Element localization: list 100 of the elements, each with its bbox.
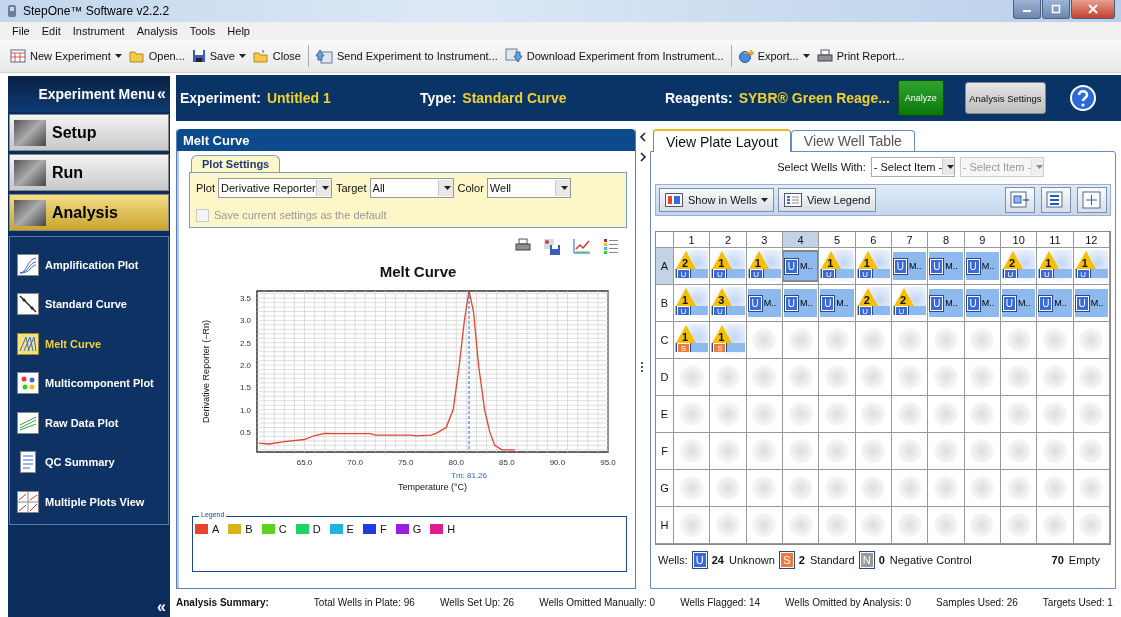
empty-well[interactable]	[1079, 328, 1104, 352]
empty-well[interactable]	[1006, 513, 1031, 537]
well[interactable]: U M..	[929, 252, 963, 280]
empty-well[interactable]	[788, 476, 813, 500]
menu-item[interactable]: Amplification Plot	[45, 258, 139, 271]
well[interactable]: 2 U	[675, 250, 709, 282]
dropdown[interactable]: Well	[486, 178, 571, 198]
empty-well[interactable]	[752, 328, 777, 352]
well[interactable]: 1 U	[1038, 250, 1072, 282]
menu-item[interactable]: Analysis	[130, 25, 184, 37]
section-button[interactable]: Run	[9, 154, 169, 191]
empty-well[interactable]	[825, 328, 849, 352]
empty-well[interactable]	[752, 365, 777, 389]
empty-well[interactable]	[679, 402, 704, 426]
row-header[interactable]: E	[656, 396, 674, 433]
row-header[interactable]: H	[656, 507, 674, 544]
empty-well[interactable]	[934, 439, 958, 463]
empty-well[interactable]	[1006, 365, 1031, 389]
well[interactable]: 1 U	[820, 250, 854, 282]
legend-list-icon[interactable]	[603, 238, 619, 256]
row-header[interactable]: G	[656, 470, 674, 507]
empty-well[interactable]	[861, 476, 886, 500]
empty-well[interactable]	[897, 439, 922, 463]
empty-well[interactable]	[1043, 365, 1067, 389]
maximize-button[interactable]	[1042, 0, 1070, 19]
well[interactable]: U M..	[1074, 289, 1108, 317]
empty-well[interactable]	[897, 328, 922, 352]
well[interactable]: U M..	[784, 289, 818, 317]
column-header[interactable]: 11	[1037, 232, 1074, 248]
empty-well[interactable]	[788, 402, 813, 426]
well[interactable]: 2 U	[1002, 250, 1036, 282]
well[interactable]: 2 U	[893, 287, 927, 319]
well[interactable]: U M..	[893, 252, 927, 280]
toolbar-button[interactable]: Print Report...	[836, 50, 905, 62]
empty-well[interactable]	[897, 365, 922, 389]
analysis-settings-button[interactable]: Analysis Settings	[964, 82, 1046, 114]
empty-well[interactable]	[752, 439, 777, 463]
empty-well[interactable]	[752, 513, 777, 537]
empty-well[interactable]	[897, 513, 922, 537]
empty-well[interactable]	[861, 402, 886, 426]
empty-well[interactable]	[970, 365, 995, 389]
well[interactable]: 3 U	[711, 287, 745, 319]
empty-well[interactable]	[788, 328, 813, 352]
empty-well[interactable]	[1079, 365, 1104, 389]
menu-item[interactable]: File	[6, 25, 36, 37]
show-in-wells-button[interactable]: Show in Wells	[659, 188, 774, 212]
well[interactable]: U M..	[784, 252, 818, 280]
empty-well[interactable]	[1006, 439, 1031, 463]
well[interactable]: 1 U	[747, 250, 781, 282]
empty-well[interactable]	[752, 402, 777, 426]
toolbar-button[interactable]: Download Experiment from Instrument...	[526, 50, 724, 62]
dropdown[interactable]: All	[369, 178, 454, 198]
row-header[interactable]: A	[656, 248, 674, 285]
column-header[interactable]: 9	[964, 232, 1001, 248]
edit-chart-icon[interactable]	[573, 238, 591, 256]
dropdown[interactable]: - Select Item -	[870, 157, 955, 177]
collapse-left-icon[interactable]	[639, 132, 647, 144]
empty-well[interactable]	[679, 439, 704, 463]
well[interactable]: U M..	[965, 252, 999, 280]
toolbar-button[interactable]: Open...	[148, 50, 185, 62]
row-header[interactable]: D	[656, 359, 674, 396]
well[interactable]: 1 S	[675, 324, 709, 356]
row-header[interactable]: B	[656, 285, 674, 322]
empty-well[interactable]	[861, 513, 886, 537]
column-header[interactable]: 4	[783, 232, 820, 248]
well[interactable]: 1 U	[1074, 250, 1108, 282]
well[interactable]: U M..	[820, 289, 854, 317]
empty-well[interactable]	[788, 365, 813, 389]
empty-well[interactable]	[716, 513, 740, 537]
well[interactable]: U M..	[1002, 289, 1036, 317]
empty-well[interactable]	[679, 365, 704, 389]
select-wells-icon[interactable]	[1005, 187, 1035, 213]
collapse-button[interactable]: «	[157, 85, 166, 103]
empty-well[interactable]	[970, 402, 995, 426]
empty-well[interactable]	[897, 402, 922, 426]
empty-well[interactable]	[861, 439, 886, 463]
toolbar-button[interactable]: Close	[272, 50, 301, 62]
expand-right-icon[interactable]	[639, 152, 647, 164]
empty-well[interactable]	[970, 476, 995, 500]
menu-item[interactable]: Multicomponent Plot	[45, 377, 154, 390]
column-header[interactable]: 5	[819, 232, 856, 248]
column-header[interactable]: 8	[928, 232, 965, 248]
empty-well[interactable]	[861, 328, 886, 352]
help-icon[interactable]	[1069, 85, 1096, 111]
well[interactable]: 1 U	[711, 250, 745, 282]
toolbar-button[interactable]: Export...	[757, 50, 799, 62]
save-image-icon[interactable]	[543, 238, 561, 256]
empty-well[interactable]	[970, 328, 995, 352]
empty-well[interactable]	[934, 513, 958, 537]
dropdown[interactable]: Derivative Reporter	[217, 178, 332, 198]
toolbar-button[interactable]: Save	[209, 50, 235, 62]
empty-well[interactable]	[825, 439, 849, 463]
splitter-grip[interactable]	[641, 362, 645, 372]
column-header[interactable]: 3	[746, 232, 783, 248]
empty-well[interactable]	[716, 476, 740, 500]
plate-view-icon[interactable]	[1041, 187, 1071, 213]
empty-well[interactable]	[1079, 476, 1104, 500]
empty-well[interactable]	[716, 365, 740, 389]
empty-well[interactable]	[934, 365, 958, 389]
empty-well[interactable]	[1043, 476, 1067, 500]
